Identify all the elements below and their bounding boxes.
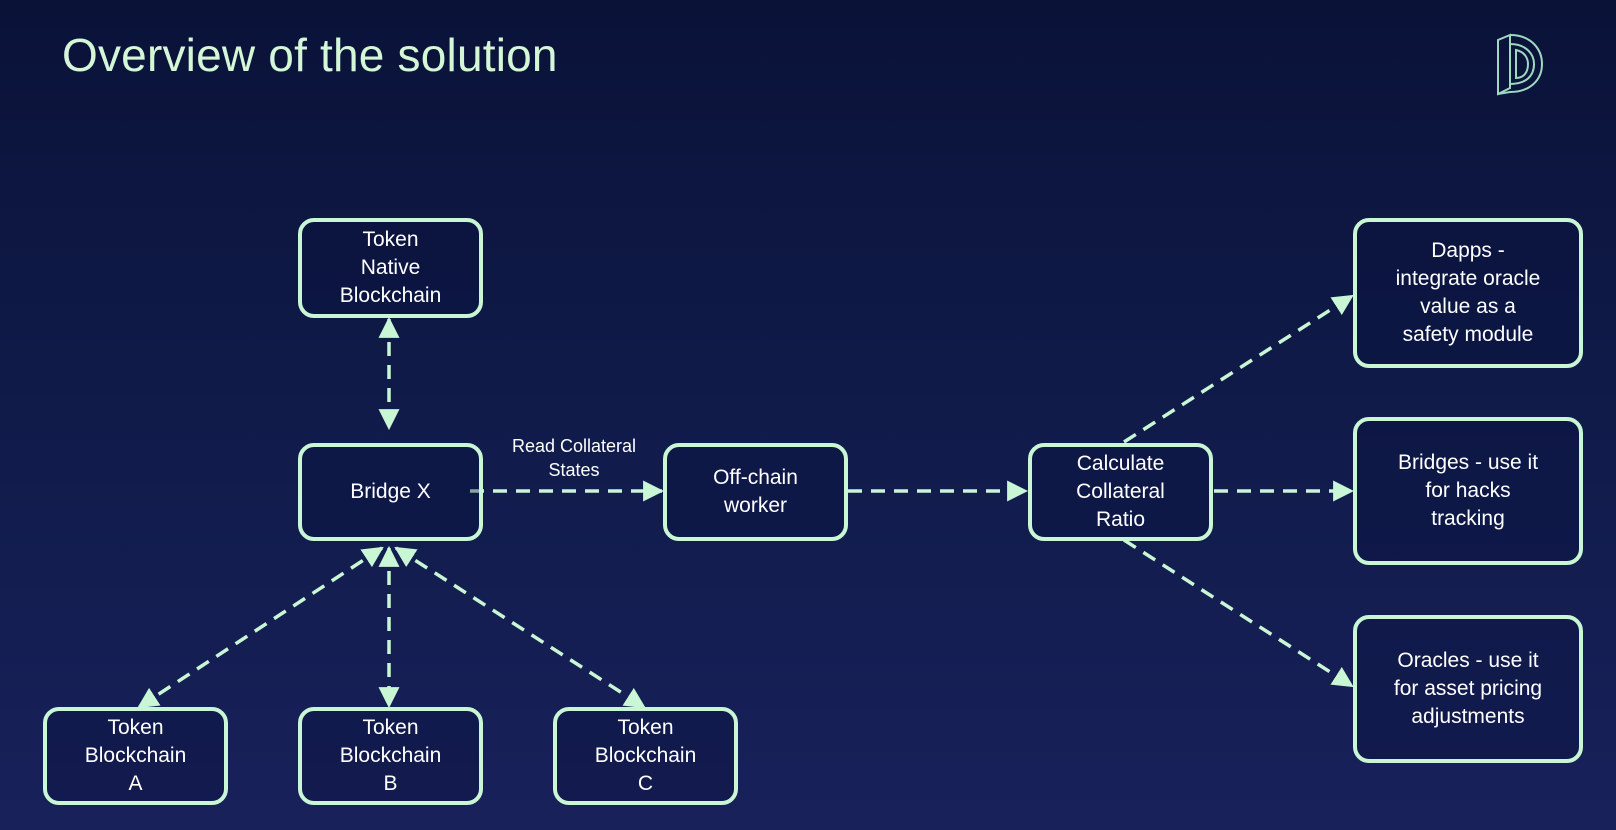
node-label: Calculate Collateral Ratio xyxy=(1076,452,1165,531)
edge-calc-dapps xyxy=(1123,294,1354,444)
node-token-native-blockchain[interactable]: Token Native Blockchain xyxy=(298,218,483,318)
node-label: Dapps - integrate oracle value as a safe… xyxy=(1395,239,1541,346)
node-label: Token Blockchain B xyxy=(339,716,442,795)
node-token-blockchain-a[interactable]: Token Blockchain A xyxy=(43,707,228,805)
node-token-blockchain-b[interactable]: Token Blockchain B xyxy=(298,707,483,805)
node-label: Token Blockchain A xyxy=(84,716,187,795)
node-calculate-collateral-ratio[interactable]: Calculate Collateral Ratio xyxy=(1028,443,1213,541)
node-bridges[interactable]: Bridges - use it for hacks tracking xyxy=(1353,417,1583,565)
edge-bridge-chain-a xyxy=(137,546,384,709)
node-label: Token Blockchain C xyxy=(594,716,697,795)
node-dapps[interactable]: Dapps - integrate oracle value as a safe… xyxy=(1353,218,1583,368)
node-oracles[interactable]: Oracles - use it for asset pricing adjus… xyxy=(1353,615,1583,763)
edge-calc-oracles xyxy=(1123,538,1354,688)
node-offchain-worker[interactable]: Off-chain worker xyxy=(663,443,848,541)
node-label: Oracles - use it for asset pricing adjus… xyxy=(1393,649,1543,728)
node-label: Bridges - use it for hacks tracking xyxy=(1397,451,1539,530)
edge-bridge-chain-c xyxy=(394,546,646,709)
node-label: Token Native Blockchain xyxy=(339,228,442,307)
edge-label-read-collateral: Read Collateral States xyxy=(511,436,637,480)
node-bridge-x[interactable]: Bridge X xyxy=(298,443,483,541)
node-label: Off-chain worker xyxy=(713,466,798,517)
node-label: Bridge X xyxy=(350,480,431,503)
node-token-blockchain-c[interactable]: Token Blockchain C xyxy=(553,707,738,805)
